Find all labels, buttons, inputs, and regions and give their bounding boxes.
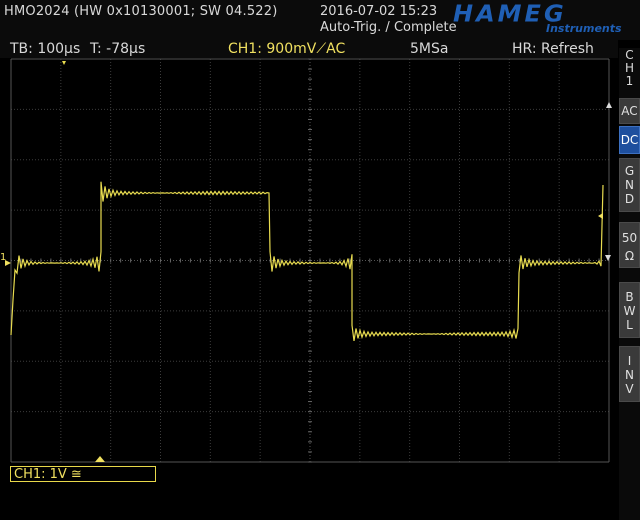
waveform-display[interactable]: 1 bbox=[0, 58, 618, 470]
device-info: HMO2024 (HW 0x10130001; SW 04.522) bbox=[4, 4, 278, 19]
ch1-scale-box[interactable]: CH1: 1V ≅ bbox=[10, 466, 156, 482]
date-time: 2016-07-02 15:23 bbox=[320, 4, 438, 19]
invert-button[interactable]: I N V bbox=[619, 346, 640, 402]
trigger-level-marker bbox=[598, 213, 603, 219]
trigger-position-marker bbox=[62, 61, 66, 65]
scroll-up-icon bbox=[606, 102, 612, 108]
impedance-50ohm-button[interactable]: 50 Ω bbox=[619, 222, 640, 268]
trigger-position-marker-bottom bbox=[95, 456, 105, 462]
coupling-ac-button[interactable]: AC bbox=[619, 98, 640, 124]
trigger-status: Auto-Trig. / Complete bbox=[320, 20, 457, 35]
ch1-waveform-trace bbox=[10, 181, 604, 341]
acquisition-info-bar: TB: 100µs T: -78µs CH1: 900mV⟋AC 5MSa HR… bbox=[0, 40, 618, 58]
channel-setting-readout[interactable]: CH1: 900mV⟋AC bbox=[228, 41, 345, 57]
graticule: 1 bbox=[0, 58, 612, 463]
trigger-time-readout[interactable]: T: -78µs bbox=[90, 41, 145, 57]
coupling-dc-button[interactable]: DC bbox=[619, 126, 640, 154]
bandwidth-limit-button[interactable]: B W L bbox=[619, 282, 640, 338]
timebase-readout[interactable]: TB: 100µs bbox=[10, 41, 80, 57]
coupling-gnd-button[interactable]: G N D bbox=[619, 158, 640, 212]
sample-rate-readout: 5MSa bbox=[410, 41, 449, 57]
sidebar-channel-title: C H 1 bbox=[624, 48, 635, 88]
hr-mode-readout[interactable]: HR: Refresh bbox=[512, 41, 594, 57]
brand-subtitle: Instruments bbox=[546, 22, 622, 35]
ch1-ground-marker: 1 bbox=[0, 252, 11, 266]
top-status-bar: HMO2024 (HW 0x10130001; SW 04.522) 2016-… bbox=[0, 0, 640, 40]
